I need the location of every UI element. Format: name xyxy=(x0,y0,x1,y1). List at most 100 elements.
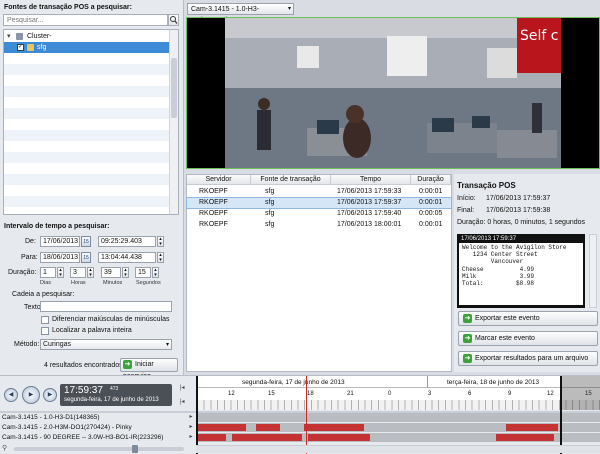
search-icon[interactable] xyxy=(168,14,179,26)
duration-days-field[interactable]: 1 xyxy=(40,267,56,278)
to-date-field[interactable]: 18/06/2013 xyxy=(40,252,80,263)
zoom-icon[interactable]: ⚲ xyxy=(2,444,10,453)
method-label: Método: xyxy=(14,341,40,348)
end-value: 17/06/2013 17:59:38 xyxy=(486,207,551,214)
hour-tick: 0 xyxy=(388,391,392,397)
current-time-display: 17:59:37 473 segunda-feira, 17 de junho … xyxy=(60,384,172,406)
chevron-down-icon: ▾ xyxy=(287,6,291,12)
recording-track[interactable] xyxy=(196,413,600,422)
track-label: Cam-3.1415 - 1.0-H3-D1(148365) xyxy=(2,414,100,421)
skip-back-icon[interactable]: |◂ xyxy=(180,398,185,405)
case-sensitive-label: Diferenciar maiúsculas de minúsculas xyxy=(52,316,170,323)
duration-label: Duração: xyxy=(8,269,37,276)
expand-icon[interactable]: ▸ xyxy=(187,413,195,422)
export-event-button[interactable]: ➜ Exportar este evento xyxy=(458,311,598,326)
mark-event-button[interactable]: ➜ Marcar este evento xyxy=(458,331,598,346)
current-ms: 473 xyxy=(110,386,119,392)
chain-title: Cadeia a pesquisar: xyxy=(12,291,75,298)
method-dropdown[interactable]: Curingas ▾ xyxy=(40,339,172,350)
column-header-duration[interactable]: Duração xyxy=(411,175,451,185)
time-ruler[interactable]: segunda-feira, 17 de junho de 2013 terça… xyxy=(196,376,600,410)
expand-icon[interactable]: ▸ xyxy=(187,423,195,432)
hour-tick: 9 xyxy=(508,391,512,397)
results-table[interactable]: Servidor Fonte de transação Tempo Duraçã… xyxy=(186,174,452,372)
tree-item-sfg[interactable]: ✓ sfg xyxy=(4,42,170,53)
from-time-field[interactable]: 09:25:29.403 xyxy=(98,236,156,247)
to-time-spinner[interactable]: ▴ ▾ xyxy=(157,252,164,263)
start-search-button[interactable]: ➜Iniciar pesquisa xyxy=(120,358,178,380)
hours-spinner[interactable]: ▴ ▾ xyxy=(87,267,94,278)
range-end-shade xyxy=(561,376,600,410)
hours-unit: Horas xyxy=(71,280,86,286)
sfg-checkbox[interactable]: ✓ xyxy=(17,44,24,51)
hour-tick: 12 xyxy=(547,391,554,397)
source-search-input[interactable]: Pesquisar... xyxy=(3,14,168,26)
search-text-input[interactable] xyxy=(40,301,172,312)
to-time-field[interactable]: 13:04:44.438 xyxy=(98,252,156,263)
transaction-panel: Transação POS Início: 17/06/2013 17:59:3… xyxy=(454,174,600,372)
receipt-header: 17/06/2013 17:59:37 xyxy=(459,236,583,243)
export-results-button[interactable]: ➜ Exportar resultados para um arquivo xyxy=(458,351,598,366)
zoom-slider-thumb[interactable] xyxy=(132,445,138,453)
results-count: 4 resultados encontrados xyxy=(44,362,123,369)
video-player[interactable]: Self c xyxy=(186,17,600,169)
range-start-marker[interactable] xyxy=(196,376,198,454)
column-header-server[interactable]: Servidor xyxy=(187,175,251,185)
start-value: 17/06/2013 17:59:37 xyxy=(486,195,551,202)
source-tree[interactable]: ▾ Cluster- ✓ sfg xyxy=(3,29,179,215)
hour-tick: 6 xyxy=(468,391,472,397)
search-panel: Fontes de transação POS a pesquisar: Pes… xyxy=(0,0,184,380)
track-label: Cam-3.1415 - 90 DEGREE -- 3.0W-H3-BO1-IR… xyxy=(2,434,164,441)
recording-track[interactable] xyxy=(196,433,600,442)
recording-track[interactable] xyxy=(196,423,600,432)
arrow-right-icon: ➜ xyxy=(123,359,132,369)
receipt-scrollbar[interactable] xyxy=(589,234,597,308)
seconds-spinner[interactable]: ▴ ▾ xyxy=(152,267,159,278)
table-row[interactable]: RKOEPF sfg 17/06/2013 17:59:33 0:00:01 xyxy=(187,187,451,197)
range-end-marker[interactable] xyxy=(560,376,562,454)
column-header-time[interactable]: Tempo xyxy=(331,175,411,185)
calendar-icon[interactable]: 15 xyxy=(81,252,91,263)
duration-minutes-field[interactable]: 39 xyxy=(101,267,121,278)
camera-select[interactable]: Cam-3.1415 - 1.0-H3-D1(148365) ▾ xyxy=(187,3,294,24)
receipt-line: Vancouver xyxy=(462,258,524,266)
seconds-unit: Segundos xyxy=(136,280,161,286)
zoom-slider[interactable] xyxy=(14,445,184,453)
case-sensitive-checkbox[interactable] xyxy=(41,316,49,324)
calendar-icon[interactable]: 15 xyxy=(81,236,91,247)
days-spinner[interactable]: ▴ ▾ xyxy=(57,267,64,278)
playhead[interactable] xyxy=(306,376,307,454)
table-row[interactable]: RKOEPF sfg 17/06/2013 17:59:37 0:00:01 xyxy=(186,197,452,209)
hour-tick: 3 xyxy=(428,391,432,397)
collapse-icon[interactable]: ▾ xyxy=(7,31,11,42)
arrow-right-icon: ➜ xyxy=(463,313,472,323)
receipt-line: Total: $8.98 xyxy=(462,280,535,288)
tree-item-cluster[interactable]: ▾ Cluster- xyxy=(4,31,170,42)
table-row[interactable]: RKOEPF sfg 17/06/2013 17:59:40 0:00:05 xyxy=(187,209,451,219)
minutes-spinner[interactable]: ▴ ▾ xyxy=(122,267,129,278)
minutes-unit: Minutos xyxy=(103,280,123,286)
timeline: ◀ ▶ ▶ 17:59:37 473 segunda-feira, 17 de … xyxy=(0,375,600,454)
interval-title: Intervalo de tempo a pesquisar: xyxy=(4,223,110,230)
skip-back-icon[interactable]: |◂ xyxy=(180,384,185,391)
expand-icon[interactable]: ▸ xyxy=(187,433,195,442)
whole-word-checkbox[interactable] xyxy=(41,327,49,335)
tree-scrollbar[interactable] xyxy=(169,30,178,214)
current-date: segunda-feira, 17 de junho de 2013 xyxy=(64,397,159,403)
receipt-line: Cheese 4.99 xyxy=(462,265,535,273)
hour-tick: 18 xyxy=(307,391,314,397)
chevron-down-icon: ▾ xyxy=(165,342,169,348)
duration-hours-field[interactable]: 3 xyxy=(70,267,86,278)
day-label: segunda-feira, 17 de junho de 2013 xyxy=(242,379,345,386)
timeline-scrollbar[interactable] xyxy=(196,445,600,453)
duration-seconds-field[interactable]: 15 xyxy=(135,267,151,278)
column-header-source[interactable]: Fonte de transação xyxy=(251,175,331,185)
from-time-spinner[interactable]: ▴ ▾ xyxy=(157,236,164,247)
from-date-field[interactable]: 17/06/2013 xyxy=(40,236,80,247)
forward-button[interactable]: ▶ xyxy=(43,388,57,402)
play-button[interactable]: ▶ xyxy=(22,386,40,404)
pos-source-icon xyxy=(27,44,34,51)
receipt-line: 1234 Center Street xyxy=(462,251,538,259)
rewind-button[interactable]: ◀ xyxy=(4,388,18,402)
table-row[interactable]: RKOEPF sfg 17/06/2013 18:00:01 0:00:01 xyxy=(187,220,451,230)
